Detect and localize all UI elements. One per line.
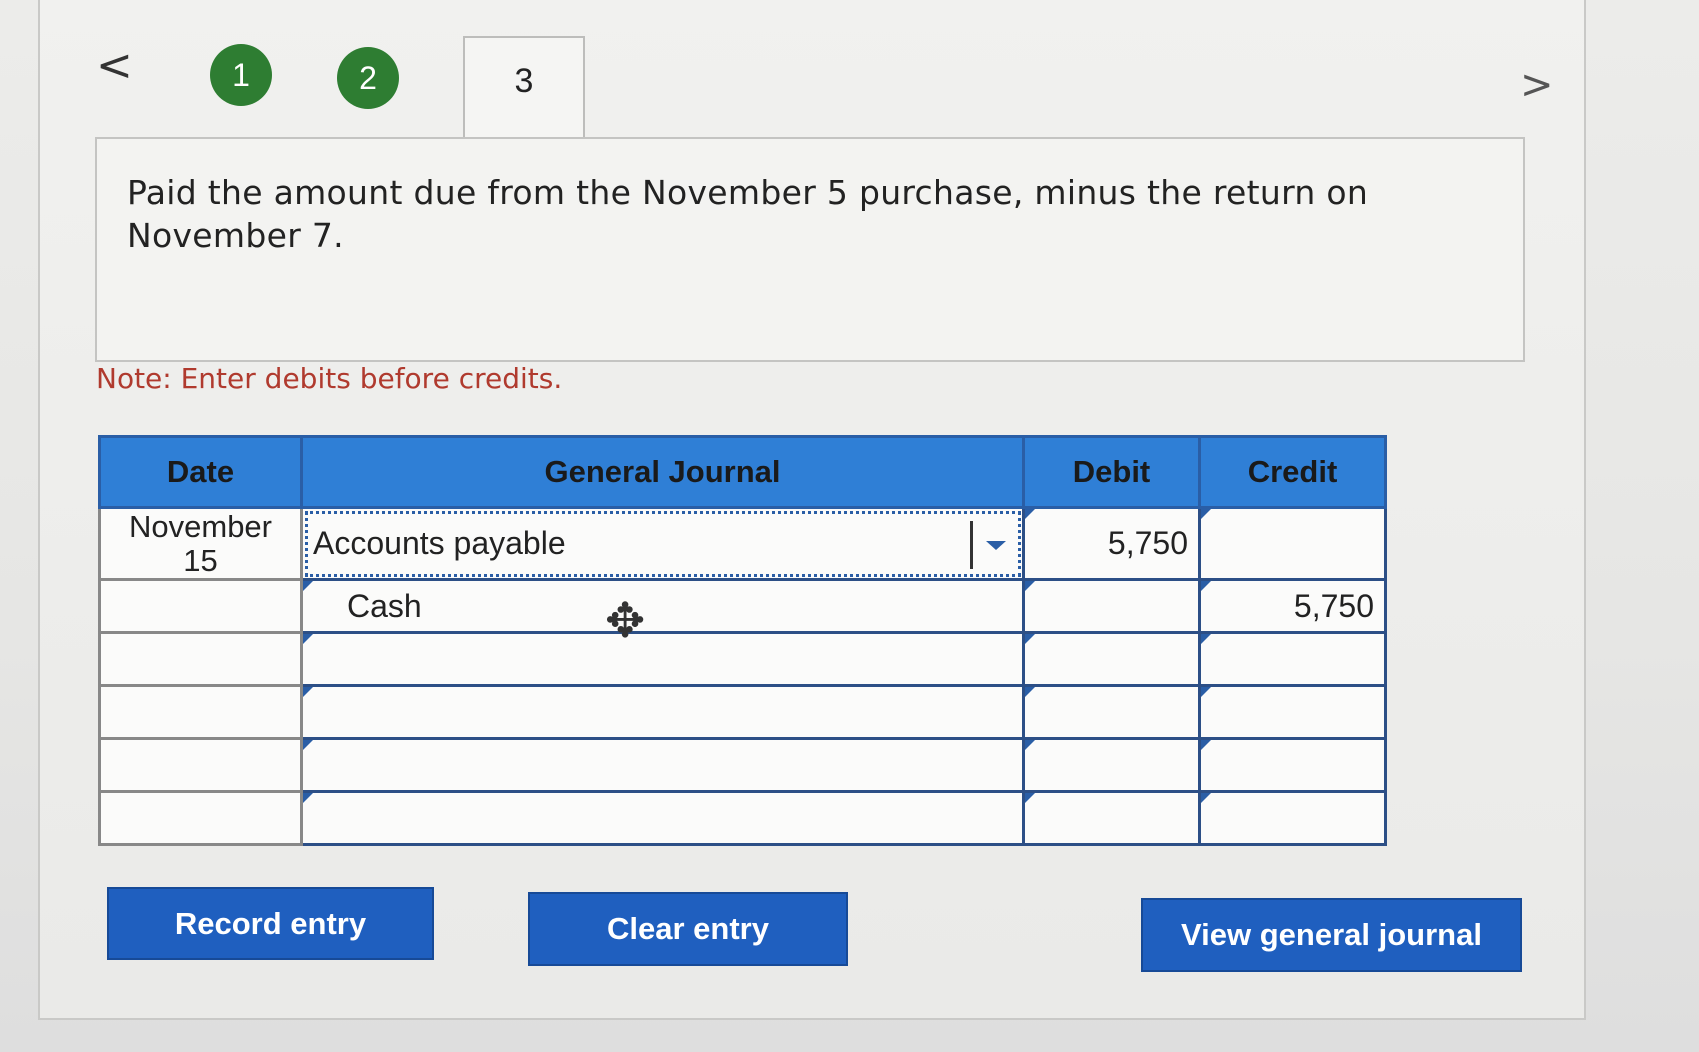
record-entry-button[interactable]: Record entry [107,887,434,960]
account-select[interactable] [300,737,1025,793]
cell-marker-icon [1025,793,1035,803]
table-header-row: Date General Journal Debit Credit [98,435,1387,509]
account-text: Accounts payable [313,525,566,561]
account-text: Cash [347,587,422,624]
account-select[interactable] [300,631,1025,687]
credit-value: 5,750 [1293,587,1374,624]
debit-input[interactable] [1022,684,1201,740]
table-row [98,684,1387,740]
table-row: Cash 5,750 [98,578,1387,634]
general-journal-header: General Journal [300,435,1025,509]
cell-marker-icon [303,634,313,644]
debit-input[interactable] [1022,737,1201,793]
table-row: November 15 Accounts payable 5,750 [98,506,1387,581]
account-select[interactable] [300,790,1025,846]
date-cell[interactable] [98,684,303,740]
date-cell[interactable]: November 15 [98,506,303,581]
date-cell[interactable] [98,737,303,793]
credit-input[interactable]: 5,750 [1198,578,1387,634]
credit-input[interactable] [1198,790,1387,846]
next-arrow-icon[interactable]: > [1520,62,1554,108]
move-cursor-icon: ✥ [605,593,646,649]
step-1-button[interactable]: 1 [210,44,272,106]
step-2-button[interactable]: 2 [337,47,399,109]
cell-marker-icon [1201,687,1211,697]
cell-marker-icon [303,740,313,750]
credit-input[interactable] [1198,631,1387,687]
cell-marker-icon [1025,687,1035,697]
account-select[interactable]: Cash [300,578,1025,634]
journal-entry-table: Date General Journal Debit Credit Novemb… [98,435,1387,846]
cell-marker-icon [1025,634,1035,644]
cell-marker-icon [1201,793,1211,803]
prompt-text: Paid the amount due from the November 5 … [127,173,1369,255]
table-row [98,631,1387,687]
debit-input[interactable] [1022,631,1201,687]
table-row [98,790,1387,846]
date-cell[interactable] [98,578,303,634]
cell-marker-icon [1201,740,1211,750]
account-select[interactable]: Accounts payable [300,506,1025,581]
cell-marker-icon [1025,581,1035,591]
chevron-down-icon[interactable] [970,521,1014,569]
date-header: Date [98,435,303,509]
credit-input[interactable] [1198,737,1387,793]
cell-marker-icon [1201,634,1211,644]
debit-input[interactable]: 5,750 [1022,506,1201,581]
cell-marker-icon [1201,581,1211,591]
debit-input[interactable] [1022,790,1201,846]
cell-marker-icon [1025,740,1035,750]
credit-input[interactable] [1198,684,1387,740]
cell-marker-icon [1025,509,1035,519]
debit-header: Debit [1022,435,1201,509]
clear-entry-button[interactable]: Clear entry [528,892,848,966]
page: < 1 2 3 > Paid the amount due from the N… [0,0,1699,1052]
date-text: November 15 [129,508,272,578]
step-3-tab[interactable]: 3 [463,36,585,140]
previous-arrow-icon[interactable]: < [96,40,133,91]
date-cell[interactable] [98,631,303,687]
credit-header: Credit [1198,435,1387,509]
table-row [98,737,1387,793]
cell-marker-icon [303,581,313,591]
debit-value: 5,750 [1107,525,1188,561]
cell-marker-icon [303,793,313,803]
debit-input[interactable] [1022,578,1201,634]
cell-marker-icon [303,687,313,697]
cell-marker-icon [1201,509,1211,519]
account-select[interactable] [300,684,1025,740]
view-general-journal-button[interactable]: View general journal [1141,898,1522,972]
transaction-prompt: Paid the amount due from the November 5 … [95,137,1525,362]
credit-input[interactable] [1198,506,1387,581]
date-cell[interactable] [98,790,303,846]
instruction-note: Note: Enter debits before credits. [96,362,563,395]
